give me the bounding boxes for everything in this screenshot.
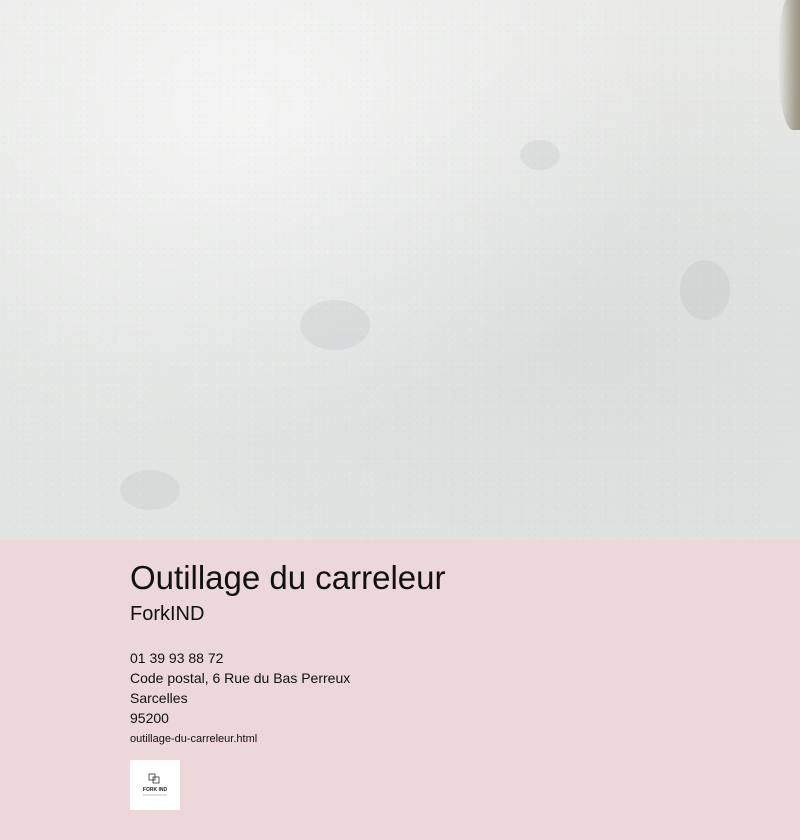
postal-code: 95200 <box>130 710 169 726</box>
wall-speck <box>300 300 370 350</box>
logo-icon: FORK IND <box>143 773 168 796</box>
wall-speck <box>520 140 560 170</box>
hero-image <box>0 0 800 540</box>
wall-texture <box>0 0 800 540</box>
wall-speck <box>680 260 730 320</box>
business-name: ForkIND <box>130 603 205 625</box>
phone-number[interactable]: 01 39 93 88 72 <box>130 648 770 668</box>
contact-details: 01 39 93 88 72 Code postal, 6 Rue du Bas… <box>130 648 770 750</box>
logo-text: FORK IND <box>143 787 168 793</box>
business-info: Outillage du carreleur ForkIND 01 39 93 … <box>130 556 770 750</box>
page-title: Outillage du carreleur <box>130 559 446 596</box>
page-link[interactable]: outillage-du-carreleur.html <box>130 728 770 750</box>
street-address: Code postal, 6 Rue du Bas Perreux <box>130 670 351 686</box>
city: Sarcelles <box>130 690 188 706</box>
wall-speck <box>120 470 180 510</box>
company-logo[interactable]: FORK IND <box>130 760 180 810</box>
page: Outillage du carreleur ForkIND 01 39 93 … <box>0 0 800 840</box>
